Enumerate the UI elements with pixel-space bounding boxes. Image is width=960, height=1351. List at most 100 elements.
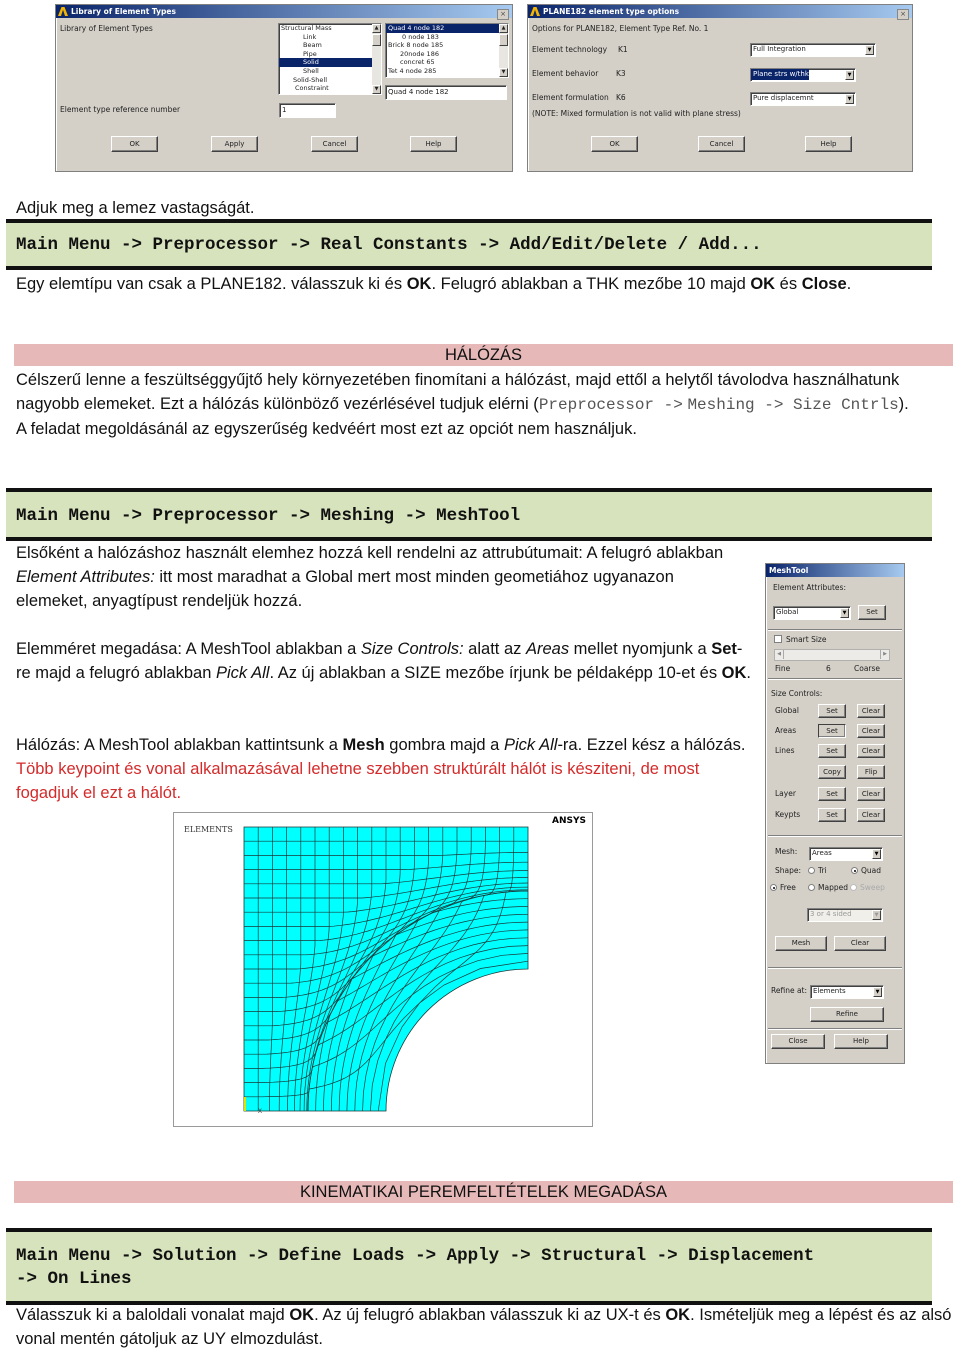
mesh-type-select[interactable]: Areas ▼ (809, 847, 883, 861)
cancel-button[interactable]: Cancel (698, 136, 745, 152)
dialog-title: Library of Element Types (71, 7, 176, 16)
mesher-sweep-label: Sweep (860, 883, 885, 892)
element-formulation-select[interactable]: Pure displacemnt ▼ (750, 92, 856, 106)
shape-tri-radio[interactable] (808, 867, 815, 874)
ok-button[interactable]: OK (591, 136, 638, 152)
size-global-clear-button[interactable]: Clear (857, 704, 885, 718)
mesher-sweep-radio[interactable] (850, 884, 857, 891)
divider (768, 678, 902, 680)
size-areas-clear-button[interactable]: Clear (857, 724, 885, 738)
mesh-button[interactable]: Mesh (775, 936, 827, 951)
constraint-marker (244, 1097, 246, 1111)
smart-size-slider[interactable]: ◀ ▶ (774, 649, 890, 661)
chevron-down-icon[interactable]: ▼ (840, 608, 849, 618)
size-control-label: Lines (775, 746, 795, 755)
list-item[interactable]: Beam (279, 41, 381, 50)
size-layer-set-button[interactable]: Set (818, 787, 846, 801)
divider (768, 967, 902, 969)
ref-number-label: Element type reference number (60, 105, 181, 114)
chevron-down-icon[interactable]: ▼ (845, 94, 854, 104)
element-technology-select[interactable]: Full Integration ▼ (750, 43, 876, 57)
slider-right-icon[interactable]: ▶ (880, 650, 889, 659)
attributes-set-button[interactable]: Set (858, 605, 886, 620)
chevron-down-icon[interactable]: ▼ (872, 849, 881, 859)
size-areas-set-button[interactable]: Set (818, 724, 846, 738)
list-item[interactable]: 20node 186 (386, 50, 508, 59)
smart-size-checkbox[interactable] (774, 635, 782, 643)
element-behavior-select[interactable]: Plane strs w/thk ▼ (750, 68, 856, 82)
meshtool-titlebar: MeshTool (766, 564, 904, 577)
list-item[interactable]: Shell (279, 67, 381, 76)
element-type-list[interactable]: Quad 4 node 182 0 node 183 Brick 8 node 18… (385, 23, 509, 78)
shape-quad-radio[interactable] (851, 867, 858, 874)
ansys-logo-icon (530, 7, 540, 16)
size-keypts-set-button[interactable]: Set (818, 808, 846, 822)
help-button[interactable]: Help (805, 136, 852, 152)
list-item[interactable]: Pipe (279, 50, 381, 59)
size-layer-clear-button[interactable]: Clear (857, 787, 885, 801)
slider-left-icon[interactable]: ◀ (775, 650, 784, 659)
size-control-label: Layer (775, 789, 796, 798)
mesher-free-label: Free (780, 883, 796, 892)
divider (768, 835, 902, 837)
size-flip-flip-button[interactable]: Flip (857, 765, 885, 779)
chevron-down-icon[interactable]: ▼ (845, 70, 854, 80)
refine-button[interactable]: Refine (810, 1007, 884, 1022)
ref-number-input[interactable]: 1 (279, 103, 336, 118)
shape-label: Shape: (775, 866, 802, 875)
list-item[interactable]: Tet 4 node 285 (386, 67, 508, 76)
list-item[interactable]: Solid-Shell (279, 76, 381, 85)
slider-value: 6 (826, 664, 831, 673)
list-item[interactable]: 0 node 183 (386, 33, 508, 42)
chevron-down-icon[interactable]: ▼ (865, 45, 874, 55)
list-item[interactable]: Brick 8 node 185 (386, 41, 508, 50)
size-keypts-clear-button[interactable]: Clear (857, 808, 885, 822)
divider (768, 629, 902, 631)
help-button[interactable]: Help (834, 1034, 888, 1049)
ok-button[interactable]: OK (111, 136, 158, 152)
list-item[interactable]: Structural Mass (279, 24, 381, 33)
close-button[interactable]: Close (771, 1034, 825, 1049)
selected-element-field[interactable]: Quad 4 node 182 (385, 85, 507, 100)
mesher-mapped-radio[interactable] (808, 884, 815, 891)
shape-quad-label: Quad (861, 866, 882, 875)
menu-path-displacement: Main Menu -> Solution -> Define Loads ->… (6, 1228, 932, 1305)
scroll-down-icon[interactable]: ▼ (499, 68, 508, 77)
mesh-plot: ELEMENTS ANSYS X (173, 812, 593, 1127)
cancel-button[interactable]: Cancel (311, 136, 358, 152)
list-item[interactable]: Solid (279, 58, 381, 67)
help-button[interactable]: Help (410, 136, 457, 152)
element-attributes-select[interactable]: Global ▼ (773, 606, 851, 620)
apply-button[interactable]: Apply (211, 136, 258, 152)
scrollbar[interactable]: ▲ ▼ (372, 24, 381, 94)
scrollbar[interactable]: ▲ ▼ (499, 24, 508, 77)
menu-path-real-constants: Main Menu -> Preprocessor -> Real Consta… (6, 219, 932, 270)
sided-select[interactable]: 3 or 4 sided ▼ (807, 908, 883, 922)
chevron-down-icon[interactable]: ▼ (873, 987, 882, 997)
mesh-clear-button[interactable]: Clear (834, 936, 886, 951)
paragraph-element-type: Egy elemtípu van csak a PLANE182. válass… (16, 275, 852, 293)
divider (768, 1028, 902, 1030)
list-item[interactable]: Quad 4 node 182 (386, 24, 508, 33)
list-item[interactable]: Link (279, 33, 381, 42)
scroll-thumb[interactable] (499, 34, 508, 46)
scroll-up-icon[interactable]: ▲ (499, 24, 508, 33)
scroll-up-icon[interactable]: ▲ (372, 24, 381, 33)
scroll-thumb[interactable] (372, 34, 381, 46)
size-lines-clear-button[interactable]: Clear (857, 744, 885, 758)
refine-at-select[interactable]: Elements ▼ (810, 985, 884, 999)
size-copy-copy-button[interactable]: Copy (818, 765, 846, 779)
list-item[interactable]: Constraint (279, 84, 381, 93)
chevron-down-icon[interactable]: ▼ (872, 910, 881, 920)
note-red-text: Több keypoint és vonal alkalmazásával le… (16, 760, 700, 802)
size-lines-set-button[interactable]: Set (818, 744, 846, 758)
size-global-set-button[interactable]: Set (818, 704, 846, 718)
paragraph-meshing-steps: Hálózás: A MeshTool ablakban kattintsunk… (16, 736, 746, 802)
list-item[interactable]: concret 65 (386, 58, 508, 67)
element-category-list[interactable]: Structural Mass Link Beam Pipe Solid Shell Sol… (278, 23, 382, 95)
close-icon[interactable]: × (497, 9, 509, 20)
scroll-down-icon[interactable]: ▼ (372, 85, 381, 94)
refine-at-label: Refine at: (771, 986, 808, 995)
mesher-free-radio[interactable] (770, 884, 777, 891)
close-icon[interactable]: × (897, 9, 909, 20)
